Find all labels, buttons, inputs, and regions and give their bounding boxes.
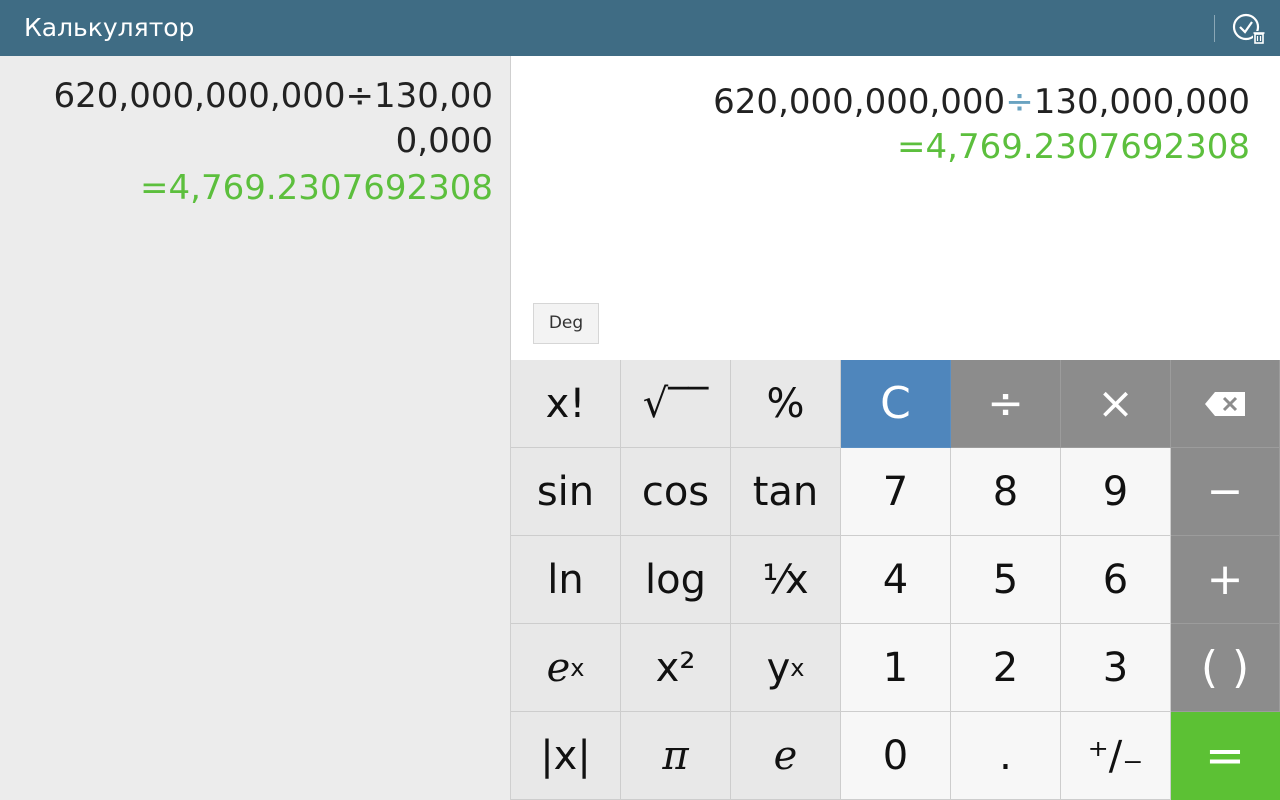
sin-key[interactable]: sin xyxy=(511,448,621,536)
equals-key[interactable]: = xyxy=(1171,712,1280,800)
history-expression[interactable]: 620,000,000,000÷130,000,000 xyxy=(23,74,493,164)
digit-7-key[interactable]: 7 xyxy=(841,448,951,536)
absolute-value-key[interactable]: |x| xyxy=(511,712,621,800)
power-key[interactable]: yx xyxy=(731,624,841,712)
history-panel: 620,000,000,000÷130,000,000 =4,769.23076… xyxy=(0,56,510,800)
result-display: =4,769.2307692308 xyxy=(897,127,1250,167)
divide-key[interactable]: ÷ xyxy=(951,360,1061,448)
clear-key[interactable]: C xyxy=(841,360,951,448)
history-clear-icon xyxy=(1232,13,1265,44)
backspace-key[interactable] xyxy=(1171,360,1280,448)
parentheses-key[interactable]: ( ) xyxy=(1171,624,1280,712)
pi-key[interactable]: π xyxy=(621,712,731,800)
multiply-key[interactable]: × xyxy=(1061,360,1171,448)
expression-operator: ÷ xyxy=(1005,82,1034,122)
backspace-icon xyxy=(1205,391,1245,416)
calculator-display: 620,000,000,000÷130,000,000 =4,769.23076… xyxy=(511,56,1280,360)
power-key-base: y xyxy=(766,644,791,691)
exp-key[interactable]: ex xyxy=(511,624,621,712)
percent-key[interactable]: % xyxy=(731,360,841,448)
exp-key-superscript: x xyxy=(570,653,585,682)
digit-4-key[interactable]: 4 xyxy=(841,536,951,624)
keypad: x! √‾‾ % C ÷ × sin cos tan 7 8 9 − ln lo… xyxy=(511,360,1280,800)
log-key[interactable]: log xyxy=(621,536,731,624)
app-title: Калькулятор xyxy=(24,13,195,42)
digit-5-key[interactable]: 5 xyxy=(951,536,1061,624)
sign-toggle-key[interactable]: ⁺∕₋ xyxy=(1061,712,1171,800)
expression-display[interactable]: 620,000,000,000÷130,000,000 xyxy=(713,80,1250,125)
power-key-superscript: x xyxy=(790,653,805,682)
digit-3-key[interactable]: 3 xyxy=(1061,624,1171,712)
digit-2-key[interactable]: 2 xyxy=(951,624,1061,712)
digit-9-key[interactable]: 9 xyxy=(1061,448,1171,536)
square-root-key[interactable]: √‾‾ xyxy=(621,360,731,448)
history-clear-button[interactable] xyxy=(1228,10,1268,46)
minus-key[interactable]: − xyxy=(1171,448,1280,536)
digit-8-key[interactable]: 8 xyxy=(951,448,1061,536)
decimal-point-key[interactable]: . xyxy=(951,712,1061,800)
digit-1-key[interactable]: 1 xyxy=(841,624,951,712)
pi-key-label: π xyxy=(662,732,689,779)
factorial-key[interactable]: x! xyxy=(511,360,621,448)
history-result[interactable]: =4,769.2307692308 xyxy=(140,166,493,211)
ln-key[interactable]: ln xyxy=(511,536,621,624)
exp-key-base: e xyxy=(546,644,571,691)
title-divider xyxy=(1214,15,1215,42)
euler-key[interactable]: e xyxy=(731,712,841,800)
square-key[interactable]: x² xyxy=(621,624,731,712)
tan-key[interactable]: tan xyxy=(731,448,841,536)
digit-6-key[interactable]: 6 xyxy=(1061,536,1171,624)
title-bar: Калькулятор xyxy=(0,0,1280,56)
expression-left-operand: 620,000,000,000 xyxy=(713,82,1006,122)
expression-right-operand: 130,000,000 xyxy=(1033,82,1250,122)
angle-mode-button[interactable]: Deg xyxy=(533,303,599,344)
digit-0-key[interactable]: 0 xyxy=(841,712,951,800)
reciprocal-key[interactable]: ⅟x xyxy=(731,536,841,624)
cos-key[interactable]: cos xyxy=(621,448,731,536)
plus-key[interactable]: + xyxy=(1171,536,1280,624)
euler-key-label: e xyxy=(773,732,798,779)
